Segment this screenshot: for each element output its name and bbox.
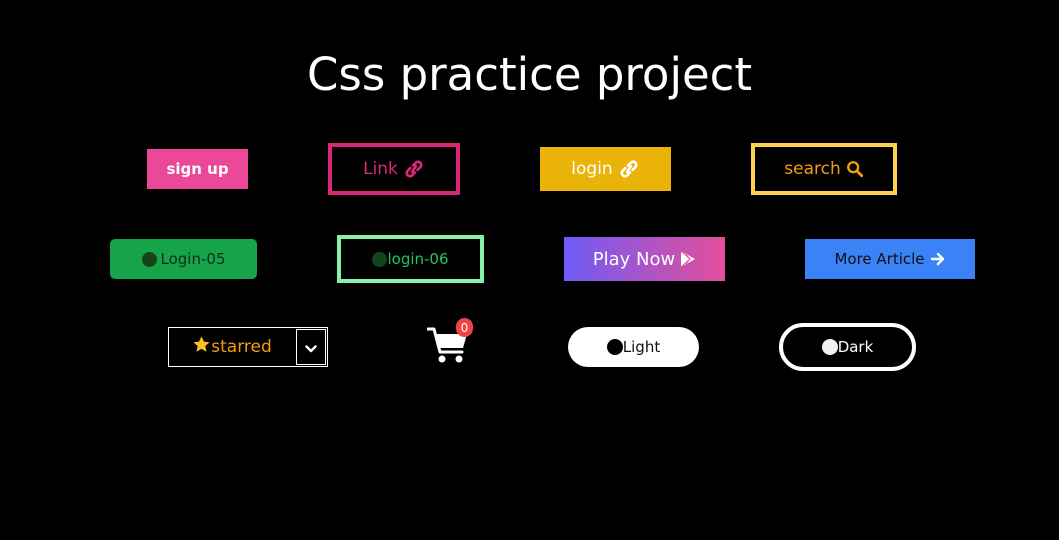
play-now-button[interactable]: Play Now [564,237,725,281]
sign-up-button[interactable]: sign up [147,149,248,189]
link-icon [403,160,425,178]
light-mode-button[interactable]: Light [568,327,699,367]
more-article-label: More Article [834,250,925,268]
starred-label: starred [211,337,272,357]
play-store-icon [680,250,696,268]
cart-count-badge: 0 [456,318,473,337]
login-button[interactable]: login [540,147,671,191]
link-label: Link [363,159,398,179]
link-button[interactable]: Link [328,143,460,195]
toggle-knob-icon [606,339,623,355]
play-now-label: Play Now [592,248,676,270]
arrow-right-icon [930,251,946,267]
search-icon [846,160,864,178]
status-dot-icon [141,251,157,267]
login-06-label: login-06 [387,250,449,268]
dark-mode-button[interactable]: Dark [779,323,916,371]
starred-split-button: starred [168,327,328,367]
login-05-button[interactable]: Login-05 [110,239,257,279]
starred-dropdown-button[interactable] [296,329,326,365]
page: Css practice project sign up Link login [0,0,1059,540]
light-label: Light [622,338,661,356]
cart-button[interactable]: 0 [426,316,473,366]
search-label: search [784,159,841,179]
sign-up-label: sign up [166,160,229,178]
status-dot-icon [372,251,388,267]
page-title: Css practice project [306,48,753,101]
dark-label: Dark [837,338,874,356]
login-05-label: Login-05 [160,250,226,268]
starred-button[interactable]: starred [169,328,295,366]
toggle-knob-icon [821,339,838,355]
more-article-button[interactable]: More Article [805,239,975,279]
star-icon [192,335,211,359]
chevron-down-icon [305,338,317,357]
link-icon [618,160,640,178]
search-button[interactable]: search [751,143,897,195]
login-06-button[interactable]: login-06 [337,235,484,283]
login-label: login [571,159,613,179]
